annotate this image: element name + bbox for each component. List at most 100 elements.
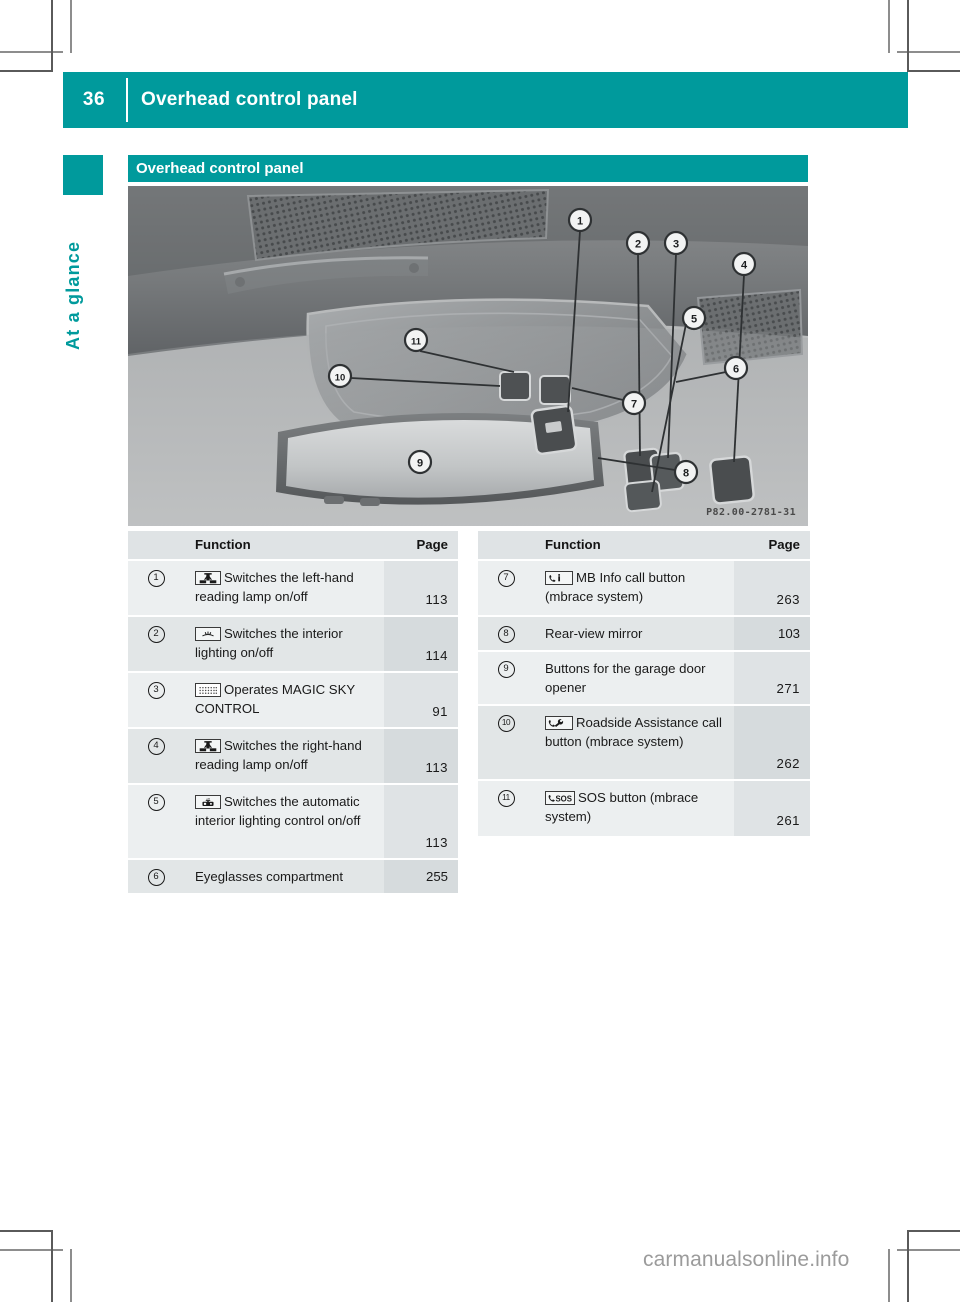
page-number-value: 255 <box>425 869 448 884</box>
crop-mark-top-left-horizontal <box>0 51 63 53</box>
svg-text:11: 11 <box>411 337 422 348</box>
table-row: 10 Roadside Assistance call button (mbra… <box>478 704 810 780</box>
callout-number: 6 <box>147 869 165 886</box>
function-cell: Buttons for the garage door opener <box>534 650 734 705</box>
function-cell: MB Info call button (mbrace system) <box>534 559 734 616</box>
reading-lamp-icon <box>195 571 221 585</box>
column-header-function: Function <box>534 531 734 560</box>
page-title: Overhead control panel <box>141 89 358 110</box>
page-cell: 91 <box>384 671 458 728</box>
table-row: 9 Buttons for the garage door opener 271 <box>478 650 810 705</box>
function-text: Buttons for the garage door opener <box>545 661 706 695</box>
svg-text:2: 2 <box>635 239 641 251</box>
page-number-value: 271 <box>776 681 800 696</box>
roadside-assistance-icon <box>545 716 573 730</box>
table-row: 8 Rear-view mirror 103 <box>478 615 810 651</box>
header-divider <box>126 78 128 122</box>
callout-number-cell: 7 <box>478 559 534 616</box>
page-number-value: 103 <box>777 626 800 641</box>
svg-text:1: 1 <box>577 216 583 228</box>
page-cell: 113 <box>384 559 458 616</box>
column-header-number <box>478 531 534 560</box>
crop-mark-top-right-horizontal-inner <box>907 70 960 72</box>
page-cell: 114 <box>384 615 458 672</box>
callout-number-cell: 4 <box>128 727 184 784</box>
table-header-row: Function Page <box>478 531 810 560</box>
table-row: 4 Switches the right-hand reading lamp o… <box>128 727 458 784</box>
mb-info-call-icon <box>545 571 573 585</box>
callout-number-cell: 6 <box>128 858 184 893</box>
callout-number-cell: 10 <box>478 704 534 780</box>
crop-mark-bottom-left-horizontal <box>0 1249 63 1251</box>
function-cell: off Switches the automatic interior ligh… <box>184 783 384 859</box>
column-header-page: Page <box>384 531 458 560</box>
svg-text:5: 5 <box>691 314 697 326</box>
table-header-row: Function Page <box>128 531 458 560</box>
callout-number-cell: 3 <box>128 671 184 728</box>
crop-mark-bottom-left-horizontal-inner <box>0 1230 53 1232</box>
page-number-value: 113 <box>425 592 448 607</box>
function-cell: Operates MAGIC SKY CONTROL <box>184 671 384 728</box>
callout-number: 9 <box>497 661 515 678</box>
function-cell: Rear-view mirror <box>534 615 734 651</box>
page-number-value: 113 <box>425 835 448 850</box>
section-heading: Overhead control panel <box>128 155 808 182</box>
svg-text:8: 8 <box>683 468 689 480</box>
callout-number-cell: 5 <box>128 783 184 859</box>
page-number-value: 91 <box>432 704 448 719</box>
callout-number: 10 <box>497 715 515 732</box>
crop-mark-bottom-left-vertical <box>51 1230 53 1302</box>
crop-mark-bottom-right-vertical-inner <box>888 1249 890 1302</box>
table-row: 3 Operates MAGIC SKY CONTROL 91 <box>128 671 458 728</box>
chapter-tab-marker <box>63 155 103 195</box>
callout-number: 4 <box>147 738 165 755</box>
table-row: 2 Switches the interior lighting on/off … <box>128 615 458 672</box>
callout-number: 2 <box>147 626 165 643</box>
table-row: 1 Switches the left-hand reading lamp on… <box>128 559 458 616</box>
table-row: 7 MB Info call button (mbrace system) 26… <box>478 559 810 616</box>
magic-sky-control-icon <box>195 683 221 697</box>
svg-text:3: 3 <box>673 239 679 251</box>
svg-text:SOS: SOS <box>555 795 572 804</box>
table-row: 6 Eyeglasses compartment 255 <box>128 858 458 893</box>
function-text: Rear-view mirror <box>545 626 643 641</box>
callout-number-cell: 1 <box>128 559 184 616</box>
function-text: Eyeglasses compartment <box>195 869 344 884</box>
callout-number-cell: 11 <box>478 779 534 836</box>
crop-mark-bottom-right-vertical <box>907 1230 909 1302</box>
page-number-value: 263 <box>776 592 800 607</box>
svg-text:7: 7 <box>631 399 637 411</box>
page-number-value: 113 <box>425 760 448 775</box>
function-cell: SOS SOS button (mbrace system) <box>534 779 734 836</box>
callout-number: 3 <box>147 682 165 699</box>
function-cell: Switches the right-hand reading lamp on/… <box>184 727 384 784</box>
callout-number: 8 <box>497 626 515 643</box>
function-cell: Eyeglasses compartment <box>184 858 384 893</box>
svg-text:10: 10 <box>335 373 346 384</box>
crop-mark-top-right-vertical <box>907 0 909 72</box>
crop-mark-top-left-horizontal-inner <box>0 70 53 72</box>
reading-lamp-icon <box>195 739 221 753</box>
crop-mark-bottom-right-horizontal-inner <box>907 1230 960 1232</box>
automatic-interior-lighting-icon: off <box>195 795 221 809</box>
function-table-left: Function Page 1 Switches the left-hand r… <box>128 531 458 893</box>
function-table-right: Function Page 7 MB Info call button (mbr… <box>478 531 810 836</box>
callout-number-cell: 2 <box>128 615 184 672</box>
crop-mark-top-left-vertical-inner <box>70 0 72 53</box>
page-number-value: 262 <box>776 756 800 771</box>
callout-number: 5 <box>147 794 165 811</box>
chapter-tab-label: At a glance <box>63 240 83 350</box>
callout-number: 11 <box>497 790 515 807</box>
page-cell: 113 <box>384 783 458 859</box>
crop-mark-top-right-vertical-inner <box>888 0 890 53</box>
table-row: 11 SOS SOS button (mbrace system) 261 <box>478 779 810 836</box>
page-cell: 262 <box>734 704 810 780</box>
callout-number-cell: 9 <box>478 650 534 705</box>
page-cell: 255 <box>384 858 458 893</box>
figure-reference-code: P82.00-2781-31 <box>706 507 796 518</box>
svg-text:6: 6 <box>733 364 739 376</box>
function-cell: Switches the left-hand reading lamp on/o… <box>184 559 384 616</box>
page-number-value: 114 <box>425 648 448 663</box>
page-number: 36 <box>82 89 106 110</box>
page-cell: 263 <box>734 559 810 616</box>
